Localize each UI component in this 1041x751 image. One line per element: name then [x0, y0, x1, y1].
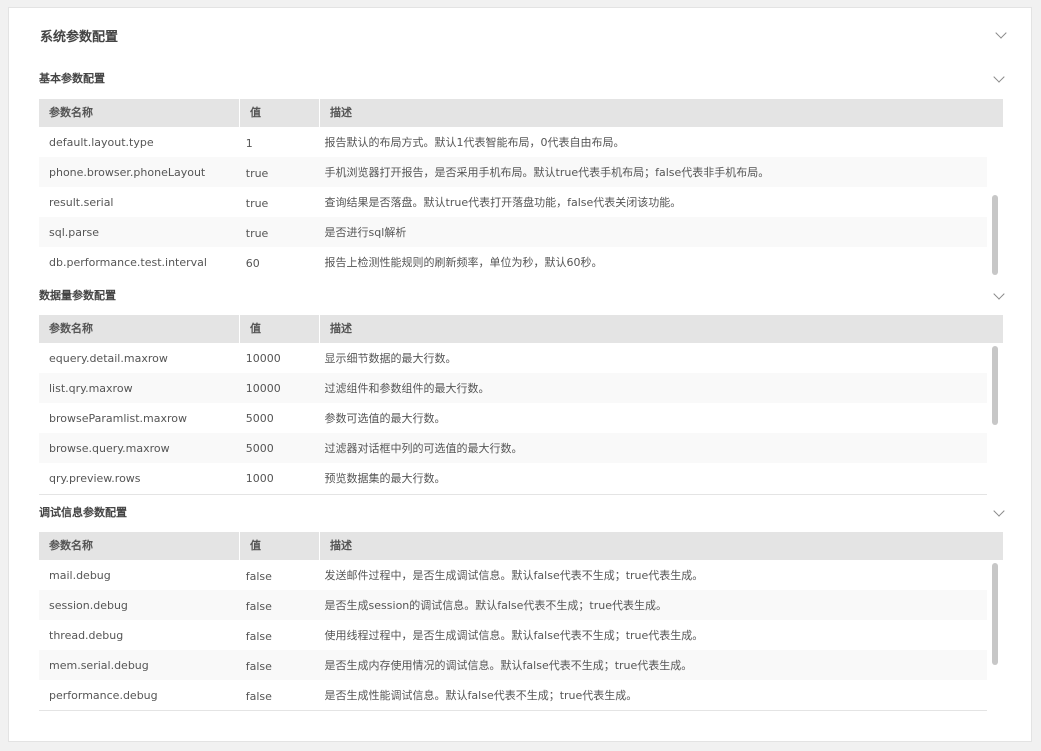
param-name: sql.parse: [49, 225, 100, 239]
param-desc: 过滤组件和参数组件的最大行数。: [324, 382, 490, 395]
table-row[interactable]: result.serial true 查询结果是否落盘。默认true代表打开落盘…: [39, 187, 987, 217]
param-value: false: [245, 689, 272, 703]
param-name: list.qry.maxrow: [49, 381, 133, 395]
vertical-scrollbar[interactable]: [992, 195, 998, 275]
param-value: true: [245, 196, 269, 210]
param-desc: 过滤器对话框中列的可选值的最大行数。: [324, 442, 523, 455]
param-value: 60: [245, 256, 260, 270]
table-row[interactable]: performance.debug false 是否生成性能调试信息。默认fal…: [39, 680, 987, 710]
param-desc: 是否生成session的调试信息。默认false代表不生成；true代表生成。: [324, 599, 668, 612]
param-name: browseParamlist.maxrow: [49, 411, 187, 425]
table-body: default.layout.type 1 报告默认的布局方式。默认1代表智能布…: [39, 127, 998, 277]
param-name: browse.query.maxrow: [49, 441, 170, 455]
table-row[interactable]: equery.detail.maxrow 10000 显示细节数据的最大行数。: [39, 343, 987, 373]
column-header-desc[interactable]: 描述: [319, 315, 1003, 343]
chevron-down-icon[interactable]: [993, 505, 1005, 517]
param-value: false: [245, 569, 272, 583]
param-name: session.debug: [49, 598, 128, 612]
vertical-scrollbar[interactable]: [992, 346, 998, 425]
param-desc: 手机浏览器打开报告，是否采用手机布局。默认true代表手机布局；false代表非…: [324, 166, 770, 179]
param-name: qry.preview.rows: [49, 471, 141, 485]
section-title-basic: 基本参数配置: [39, 72, 105, 85]
table-row[interactable]: list.qry.maxrow 10000 过滤组件和参数组件的最大行数。: [39, 373, 987, 403]
param-name: phone.browser.phoneLayout: [49, 165, 206, 179]
table-row[interactable]: browseParamlist.maxrow 5000 参数可选值的最大行数。: [39, 403, 987, 433]
param-value: true: [245, 226, 269, 240]
table-body: equery.detail.maxrow 10000 显示细节数据的最大行数。 …: [39, 343, 998, 495]
param-desc: 是否进行sql解析: [324, 226, 407, 239]
column-header-desc[interactable]: 描述: [319, 99, 1003, 127]
table-bottom-border: [39, 710, 987, 711]
param-value: 1: [245, 136, 253, 150]
param-value: 10000: [245, 381, 281, 395]
param-name: mem.serial.debug: [49, 658, 149, 672]
table-row[interactable]: browse.query.maxrow 5000 过滤器对话框中列的可选值的最大…: [39, 433, 987, 463]
section-title-data-volume: 数据量参数配置: [39, 289, 116, 302]
table-row[interactable]: mem.serial.debug false 是否生成内存使用情况的调试信息。默…: [39, 650, 987, 680]
param-desc: 使用线程过程中，是否生成调试信息。默认false代表不生成；true代表生成。: [324, 629, 704, 642]
param-value: true: [245, 166, 269, 180]
param-desc: 参数可选值的最大行数。: [324, 412, 446, 425]
param-value: 1000: [245, 471, 274, 485]
param-value: 5000: [245, 441, 274, 455]
param-value: 5000: [245, 411, 274, 425]
table-header: 参数名称 值 描述: [39, 532, 1003, 560]
column-header-desc[interactable]: 描述: [319, 532, 1003, 560]
table-row[interactable]: phone.browser.phoneLayout true 手机浏览器打开报告…: [39, 157, 987, 187]
column-header-value[interactable]: 值: [239, 99, 319, 127]
data-volume-params-table: 参数名称 值 描述 equery.detail.maxrow 10000 显示细…: [39, 315, 1003, 495]
column-header-value[interactable]: 值: [239, 532, 319, 560]
panel-title: 系统参数配置: [40, 30, 119, 45]
system-params-panel: 系统参数配置 基本参数配置 参数名称 值 描述 default.layout.t…: [8, 7, 1032, 742]
param-value: false: [245, 629, 272, 643]
section-title-debug: 调试信息参数配置: [39, 506, 127, 519]
table-row[interactable]: qry.preview.rows 1000 预览数据集的最大行数。: [39, 463, 987, 493]
table-body: mail.debug false 发送邮件过程中，是否生成调试信息。默认fals…: [39, 560, 998, 711]
table-row[interactable]: db.performance.test.interval 60 报告上检测性能规…: [39, 247, 987, 277]
param-desc: 是否生成内存使用情况的调试信息。默认false代表不生成；true代表生成。: [324, 659, 693, 672]
param-value: 10000: [245, 351, 281, 365]
table-row[interactable]: default.layout.type 1 报告默认的布局方式。默认1代表智能布…: [39, 127, 987, 157]
param-value: false: [245, 659, 272, 673]
table-bottom-border: [39, 494, 987, 495]
table-row[interactable]: sql.parse true 是否进行sql解析: [39, 217, 987, 247]
param-desc: 报告默认的布局方式。默认1代表智能布局，0代表自由布局。: [324, 136, 625, 149]
vertical-scrollbar[interactable]: [992, 563, 998, 665]
param-desc: 是否生成性能调试信息。默认false代表不生成；true代表生成。: [324, 689, 638, 702]
table-header: 参数名称 值 描述: [39, 315, 1003, 343]
param-name: default.layout.type: [49, 135, 154, 149]
param-name: thread.debug: [49, 628, 124, 642]
param-value: false: [245, 599, 272, 613]
param-desc: 发送邮件过程中，是否生成调试信息。默认false代表不生成；true代表生成。: [324, 569, 704, 582]
param-desc: 报告上检测性能规则的刷新频率，单位为秒，默认60秒。: [324, 256, 603, 269]
chevron-down-icon[interactable]: [995, 27, 1007, 39]
basic-params-table: 参数名称 值 描述 default.layout.type 1 报告默认的布局方…: [39, 99, 1003, 277]
chevron-down-icon[interactable]: [993, 71, 1005, 83]
table-header: 参数名称 值 描述: [39, 99, 1003, 127]
column-header-name[interactable]: 参数名称: [39, 99, 239, 127]
param-name: performance.debug: [49, 688, 158, 702]
table-row[interactable]: thread.debug false 使用线程过程中，是否生成调试信息。默认fa…: [39, 620, 987, 650]
column-header-value[interactable]: 值: [239, 315, 319, 343]
param-name: db.performance.test.interval: [49, 255, 207, 269]
param-desc: 显示细节数据的最大行数。: [324, 352, 457, 365]
debug-params-table: 参数名称 值 描述 mail.debug false 发送邮件过程中，是否生成调…: [39, 532, 1003, 711]
chevron-down-icon[interactable]: [993, 288, 1005, 300]
param-desc: 查询结果是否落盘。默认true代表打开落盘功能，false代表关闭该功能。: [324, 196, 682, 209]
param-desc: 预览数据集的最大行数。: [324, 472, 446, 485]
table-row[interactable]: session.debug false 是否生成session的调试信息。默认f…: [39, 590, 987, 620]
param-name: equery.detail.maxrow: [49, 351, 168, 365]
param-name: result.serial: [49, 195, 114, 209]
column-header-name[interactable]: 参数名称: [39, 315, 239, 343]
table-row[interactable]: mail.debug false 发送邮件过程中，是否生成调试信息。默认fals…: [39, 560, 987, 590]
column-header-name[interactable]: 参数名称: [39, 532, 239, 560]
param-name: mail.debug: [49, 568, 111, 582]
